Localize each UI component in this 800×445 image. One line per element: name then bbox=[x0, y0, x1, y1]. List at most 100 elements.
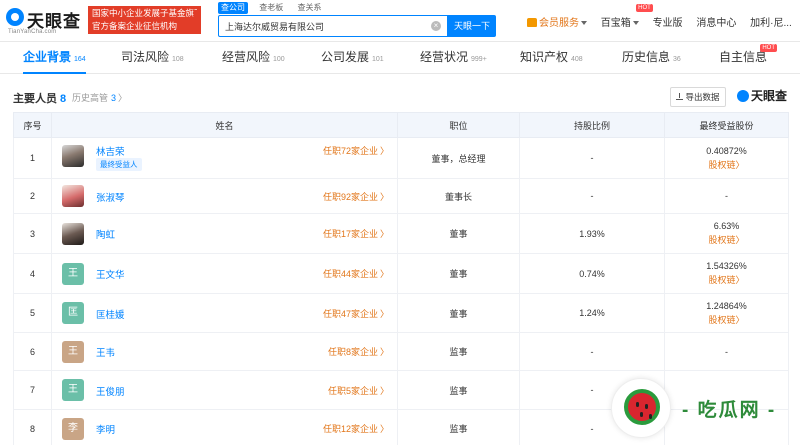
equity-chain-link[interactable]: 股权链〉 bbox=[665, 273, 788, 286]
tab-enterprise-background[interactable]: 企业背景 164 bbox=[23, 43, 86, 74]
detail-tabs: 企业背景 164 司法风险 108 经营风险 100 公司发展 101 经营状况 999+… bbox=[0, 43, 800, 74]
search-tab-relation[interactable]: 查关系 bbox=[294, 2, 324, 14]
share-ratio-cell: - bbox=[519, 178, 665, 214]
avatar[interactable]: 匡 bbox=[62, 302, 84, 324]
person-name[interactable]: 李明 bbox=[96, 422, 115, 436]
nav-user[interactable]: 加利·尼... bbox=[750, 14, 792, 29]
row-index: 8 bbox=[13, 409, 52, 445]
jobs-label: 任职17家企业 bbox=[322, 229, 378, 239]
person-name[interactable]: 王韦 bbox=[96, 345, 115, 359]
jobs-link[interactable]: 任职47家企业〉 bbox=[323, 307, 389, 320]
position-cell: 董事，总经理 bbox=[397, 137, 520, 179]
avatar[interactable]: 李 bbox=[62, 418, 84, 440]
table-row: 1 林吉荣 最终受益人 任职72家企业〉 董事，总经理 - 0.40872% 股… bbox=[13, 137, 789, 179]
row-index: 3 bbox=[13, 213, 52, 254]
equity-chain-label: 股权链 bbox=[708, 159, 736, 170]
person-name[interactable]: 王文华 bbox=[96, 267, 125, 281]
tab-operation-status[interactable]: 经营状况 999+ bbox=[420, 43, 487, 74]
search-tab-company[interactable]: 查公司 bbox=[218, 2, 248, 14]
person-name[interactable]: 匡桂媛 bbox=[96, 307, 125, 321]
row-index: 1 bbox=[13, 137, 52, 179]
person-name[interactable]: 陶虹 bbox=[96, 227, 115, 241]
clear-icon[interactable]: × bbox=[431, 21, 441, 31]
eye-logo-icon bbox=[737, 90, 749, 102]
tab-judicial-risk[interactable]: 司法风险 108 bbox=[121, 43, 184, 74]
chevron-right-icon: 〉 bbox=[735, 159, 745, 170]
search-button[interactable]: 天眼一下 bbox=[448, 15, 496, 37]
ultimate-owner-tag: 最终受益人 bbox=[96, 158, 142, 171]
promo-banner[interactable]: 国家中小企业发展子基金旗下 官方备案企业征信机构 bbox=[88, 6, 201, 34]
search-tab-boss[interactable]: 查老板 bbox=[256, 2, 286, 14]
column-header-share-ratio: 持股比例 bbox=[519, 112, 665, 138]
table-row: 6 王 王韦 任职8家企业〉 监事 - - bbox=[13, 332, 789, 371]
jobs-link[interactable]: 任职72家企业〉 bbox=[323, 144, 389, 157]
person-name[interactable]: 林吉荣 bbox=[96, 144, 125, 158]
table-row: 2 张淑琴 任职92家企业〉 董事长 - - bbox=[13, 178, 789, 214]
avatar[interactable] bbox=[62, 185, 84, 207]
watermelon-icon bbox=[624, 389, 660, 425]
jobs-link[interactable]: 任职12家企业〉 bbox=[323, 422, 389, 435]
promo-line-1: 国家中小企业发展子基金旗下 bbox=[92, 8, 197, 18]
avatar[interactable]: 王 bbox=[62, 341, 84, 363]
row-index: 5 bbox=[13, 293, 52, 333]
name-cell: 匡 匡桂媛 任职47家企业〉 bbox=[51, 293, 398, 333]
history-label: 历史高管 bbox=[72, 93, 109, 103]
name-cell: 王 王俊朋 任职5家企业〉 bbox=[51, 370, 398, 410]
jobs-label: 任职47家企业 bbox=[322, 309, 378, 319]
jobs-link[interactable]: 任职17家企业〉 bbox=[323, 227, 389, 240]
row-index: 4 bbox=[13, 253, 52, 294]
search-input[interactable] bbox=[219, 16, 424, 36]
jobs-link[interactable]: 任职5家企业〉 bbox=[328, 384, 389, 397]
equity-chain-link[interactable]: 股权链〉 bbox=[665, 313, 788, 326]
person-name[interactable]: 张淑琴 bbox=[96, 190, 125, 204]
nav-pro[interactable]: 专业版 bbox=[653, 14, 683, 29]
chevron-down-icon bbox=[581, 21, 587, 25]
table-row: 8 李 李明 任职12家企业〉 监事 - bbox=[13, 409, 789, 445]
chevron-right-icon: 〉 bbox=[735, 314, 745, 325]
chevron-right-icon: 〉 bbox=[379, 229, 389, 239]
nav-messages[interactable]: 消息中心 bbox=[696, 14, 736, 29]
tab-company-development[interactable]: 公司发展 101 bbox=[321, 43, 384, 74]
nav-baibao[interactable]: 百宝箱 HOT bbox=[601, 4, 653, 29]
position-cell: 监事 bbox=[397, 332, 520, 371]
tab-history-info[interactable]: 历史信息 36 bbox=[622, 43, 681, 74]
jobs-link[interactable]: 任职8家企业〉 bbox=[328, 345, 389, 358]
nav-vip-service[interactable]: 会员服务 bbox=[527, 14, 587, 29]
avatar[interactable] bbox=[62, 223, 84, 245]
jobs-link[interactable]: 任职92家企业〉 bbox=[323, 190, 389, 203]
tab-label: 知识产权 bbox=[520, 50, 569, 64]
row-index: 2 bbox=[13, 178, 52, 214]
watermelon-badge bbox=[611, 378, 671, 438]
beneficial-share-value: 6.63% bbox=[713, 221, 740, 231]
tab-operation-risk[interactable]: 经营风险 100 bbox=[222, 43, 285, 74]
search-type-tabs: 查公司 查老板 查关系 bbox=[218, 2, 330, 15]
position-cell: 董事 bbox=[397, 253, 520, 294]
beneficial-share-cell: - bbox=[664, 332, 789, 371]
section-title: 主要人员 8 bbox=[13, 90, 66, 106]
equity-chain-link[interactable]: 股权链〉 bbox=[665, 158, 788, 171]
tab-self-info[interactable]: 自主信息 HOT bbox=[719, 43, 778, 74]
person-name[interactable]: 王俊朋 bbox=[96, 384, 125, 398]
name-cell: 王 王韦 任职8家企业〉 bbox=[51, 332, 398, 371]
history-executives-link[interactable]: 历史高管 3 〉 bbox=[72, 91, 127, 104]
jobs-label: 任职5家企业 bbox=[327, 386, 378, 396]
jobs-label: 任职72家企业 bbox=[322, 146, 378, 156]
jobs-link[interactable]: 任职44家企业〉 bbox=[323, 267, 389, 280]
chevron-right-icon: 〉 bbox=[379, 192, 389, 202]
export-label: 导出数据 bbox=[685, 92, 720, 102]
tab-label: 自主信息 bbox=[719, 50, 768, 64]
tab-intellectual-property[interactable]: 知识产权 408 bbox=[520, 43, 583, 74]
section-title-label: 主要人员 bbox=[13, 93, 57, 105]
chevron-right-icon: 〉 bbox=[379, 269, 389, 279]
tab-label: 公司发展 bbox=[321, 50, 370, 64]
avatar[interactable] bbox=[62, 145, 84, 167]
tab-count: 999+ bbox=[471, 56, 487, 63]
equity-chain-link[interactable]: 股权链〉 bbox=[665, 233, 788, 246]
beneficial-share-cell: - bbox=[664, 178, 789, 214]
avatar[interactable]: 王 bbox=[62, 263, 84, 285]
export-data-button[interactable]: 导出数据 bbox=[670, 87, 726, 107]
table-row: 5 匡 匡桂媛 任职47家企业〉 董事 1.24% 1.24864% 股权链〉 bbox=[13, 293, 789, 333]
tianyancha-logo[interactable]: 天眼查 TianYanCha.com bbox=[6, 6, 84, 36]
avatar[interactable]: 王 bbox=[62, 379, 84, 401]
tab-count: 100 bbox=[273, 56, 285, 63]
